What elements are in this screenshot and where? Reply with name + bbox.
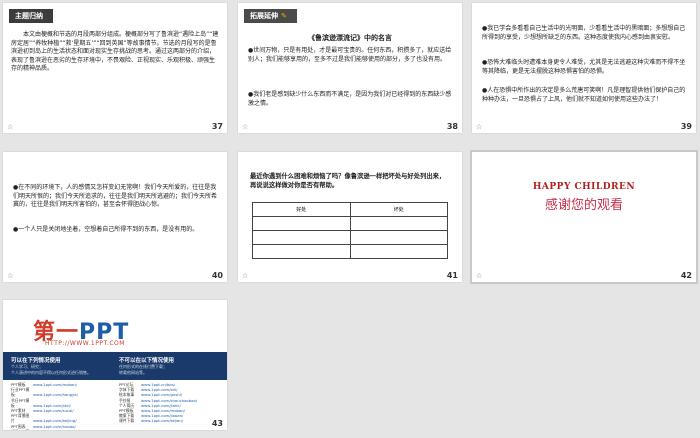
- star-icon: ☆: [476, 272, 483, 280]
- link-label: 节日PPT模板: [11, 397, 30, 408]
- link-row[interactable]: 优秀PPT下载www.1ppt.com/xiazai/: [11, 429, 85, 430]
- link-label: 优秀PPT下载: [11, 429, 33, 430]
- slide-number: 41: [446, 271, 458, 280]
- link-url[interactable]: www.1ppt.com/tubiao/: [33, 424, 76, 429]
- link-label: 行业PPT模板: [11, 387, 30, 398]
- link-label: 课件下载: [119, 418, 135, 424]
- quote-2: ●恐怖大难临头时遭难本身更令人难受，尤其是无法逃避这种灾难而不得不坐等其降临，更…: [482, 59, 686, 75]
- slide-thumbnail-43[interactable]: 第一PPT HTTP://WWW.1PPT.COM 可以在下列情况使用 个人学习…: [3, 300, 227, 430]
- slide-number: 43: [211, 419, 223, 428]
- usage-band: 可以在下列情况使用 个人学习、研究； 个人演讲中的内容不得以任何形式进行销售。 …: [3, 352, 227, 380]
- star-icon: ☆: [7, 272, 14, 280]
- section-tag: 拓展延伸 ✎: [244, 9, 297, 23]
- slide-paragraph: 本文由梗概和节选的月段两部分组成。梗概部分写了鲁滨逊“遇险上岛”“建房定居”“养…: [11, 31, 219, 72]
- slide-number: 38: [446, 122, 458, 131]
- slide-number: 37: [211, 122, 223, 131]
- link-url[interactable]: www.1ppt.com/kejian/: [141, 418, 183, 423]
- link-url[interactable]: www.1ppt.com/hangye/: [33, 392, 78, 397]
- cons-header: 坏处: [349, 202, 448, 217]
- link-row[interactable]: 课件下载 www.1ppt.com/kejian/: [119, 418, 197, 423]
- star-icon: ☆: [242, 272, 249, 280]
- link-label: PPT背景图片: [11, 413, 30, 424]
- star-icon: ☆: [242, 123, 249, 131]
- thanks-text: 感谢您的观看: [544, 198, 623, 213]
- forbidden-line-2: 转载他网站等。: [119, 370, 147, 375]
- link-row[interactable]: 节日PPT模板 www.1ppt.com/jieri/: [11, 398, 85, 408]
- quote-2: ●我们老是感到缺少什么东西而不满足，是因为我们对已经得到的东西缺少感激之情。: [248, 91, 452, 107]
- table-row: [252, 244, 448, 259]
- allowed-title: 可以在下列情况使用: [11, 358, 61, 364]
- left-link-list: PPT模板 www.1ppt.com/moban/行业PPT模板 www.1ppt.…: [11, 382, 85, 430]
- pros-header: 好处: [252, 202, 351, 217]
- section-tag: 主题归纳: [9, 9, 53, 23]
- slide-thumbnail-37[interactable]: 主题归纳 本文由梗概和节选的月段两部分组成。梗概部分写了鲁滨逊“遇险上岛”“建房…: [3, 3, 227, 133]
- quote-1: ●我已学会多看看自己生活中的光明面，少看看生活中的黑暗面；多想想自己所得到的享受…: [482, 25, 686, 41]
- slide-number: 39: [680, 122, 692, 131]
- quote-2: ●一个人只是关闭地坐着，空想着自己所得不到的东西，是没有用的。: [13, 226, 199, 233]
- slide-number: 40: [211, 271, 223, 280]
- pencil-icon: ✎: [281, 12, 287, 20]
- link-row[interactable]: 行业PPT模板 www.1ppt.com/hangye/: [11, 387, 85, 397]
- slide-thumbnail-41[interactable]: 最近你遇到什么困难和烦恼了吗？像鲁滨逊一样把坏处与好处列出来，再说说这样做对你是…: [238, 152, 462, 282]
- right-link-list: PPT论坛 www.1ppt.cn/bbs/字体下载 www.1ppt.com/zi…: [119, 382, 197, 424]
- slide-thumbnail-40[interactable]: ●在不同的环境下，人的感情又怎样变幻无常啊！我们今天所爱的，往往是我们明天所恨的…: [3, 152, 227, 282]
- slide-question: 最近你遇到什么困难和烦恼了吗？像鲁滨逊一样把坏处与好处列出来，再说说这样做对你是…: [250, 173, 446, 189]
- pros-cons-table: 好处 坏处: [252, 202, 448, 259]
- star-icon: ☆: [476, 123, 483, 131]
- star-icon: ☆: [7, 123, 14, 131]
- table-row: [252, 216, 448, 231]
- table-row: [252, 230, 448, 245]
- quote-3: ●人在恐惧中所作出的决定是多么荒唐可笑啊！凡是理智提供他们保护自己的种种办法，一…: [482, 87, 686, 103]
- happy-children-heading: HAPPY CHILDREN: [532, 182, 636, 192]
- slide-title: 《鲁滨逊漂流记》中的名言: [308, 34, 392, 42]
- link-row[interactable]: PPT背景图片 www.1ppt.com/beijing/: [11, 413, 85, 423]
- slide-thumbnail-39[interactable]: ●我已学会多看看自己生活中的光明面，少看看生活中的黑暗面；多想想自己所得到的享受…: [472, 3, 696, 133]
- allowed-line-2: 个人演讲中的内容不得以任何形式进行销售。: [11, 370, 91, 375]
- slide-number: 42: [680, 271, 692, 280]
- forbidden-title: 不可以在以下情况使用: [119, 358, 175, 364]
- quote-1: ●世间万物，只是有用处，才是最可宝贵的。任何东西，积攒多了，就应送给别人；我们能…: [248, 47, 452, 63]
- slide-thumbnail-38[interactable]: 拓展延伸 ✎ 《鲁滨逊漂流记》中的名言 ●世间万物，只是有用处，才是最可宝贵的。任…: [238, 3, 462, 133]
- quote-1: ●在不同的环境下，人的感情又怎样变幻无常啊！我们今天所爱的，往往是我们明天所恨的…: [13, 184, 218, 208]
- site-url: HTTP://WWW.1PPT.COM: [45, 340, 125, 347]
- slide-thumbnail-42[interactable]: HAPPY CHILDREN 感谢您的观看 ☆ 42: [470, 150, 698, 284]
